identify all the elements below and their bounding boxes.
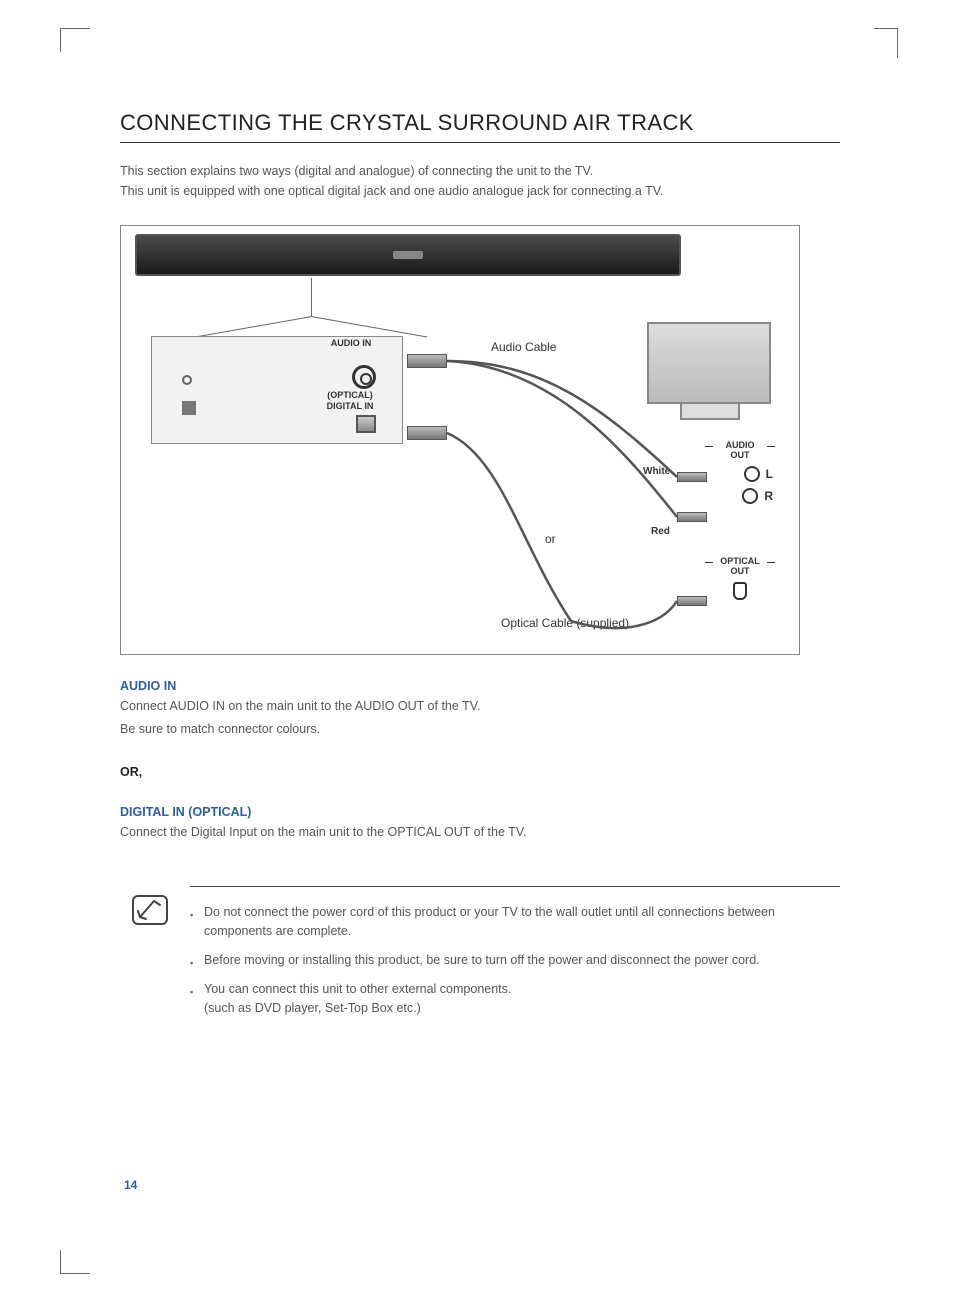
callout-line bbox=[311, 316, 427, 337]
note-icon bbox=[132, 895, 168, 925]
note-item: Before moving or installing this product… bbox=[190, 951, 840, 970]
optical-label-line1: (OPTICAL) bbox=[327, 390, 373, 400]
rca-plug-white bbox=[677, 472, 707, 482]
white-label: White bbox=[643, 466, 670, 477]
or-label: or bbox=[545, 532, 556, 546]
panel-port bbox=[182, 375, 192, 385]
audio-in-label: AUDIO IN bbox=[321, 338, 381, 348]
crop-mark bbox=[60, 1250, 90, 1274]
crop-mark bbox=[874, 28, 898, 58]
intro-text-1: This section explains two ways (digital … bbox=[120, 161, 840, 181]
audio-in-heading: AUDIO IN bbox=[120, 679, 840, 693]
tv-base bbox=[680, 404, 740, 420]
crop-mark bbox=[60, 28, 90, 52]
digital-in-body: Connect the Digital Input on the main un… bbox=[120, 823, 840, 842]
note-item: Do not connect the power cord of this pr… bbox=[190, 903, 840, 941]
optical-in-label: (OPTICAL) DIGITAL IN bbox=[313, 390, 387, 412]
optical-out-title: OPTICAL OUT bbox=[707, 556, 773, 576]
optical-plug-left bbox=[407, 426, 447, 440]
optical-plug-right bbox=[677, 596, 707, 606]
tv-screen bbox=[647, 322, 771, 404]
optical-in-jack bbox=[356, 415, 376, 433]
optical-cable-label: Optical Cable (supplied) bbox=[501, 616, 629, 630]
note-block: Do not connect the power cord of this pr… bbox=[190, 886, 840, 1018]
optical-label-line2: DIGITAL IN bbox=[327, 401, 374, 411]
tv-illustration bbox=[647, 322, 773, 432]
audio-in-jack bbox=[352, 365, 376, 389]
connection-diagram: AUDIO IN (OPTICAL) DIGITAL IN Audio Cabl… bbox=[120, 225, 800, 655]
audio-in-body-1: Connect AUDIO IN on the main unit to the… bbox=[120, 697, 840, 716]
note-list: Do not connect the power cord of this pr… bbox=[190, 903, 840, 1018]
note-item: You can connect this unit to other exter… bbox=[190, 980, 840, 1018]
optical-out-panel: OPTICAL OUT bbox=[707, 556, 773, 600]
audio-out-word: AUDIO bbox=[726, 440, 755, 450]
rca-jack bbox=[742, 488, 758, 504]
page-content: CONNECTING THE CRYSTAL SURROUND AIR TRAC… bbox=[120, 110, 840, 1028]
page-number: 14 bbox=[124, 1178, 137, 1192]
out-word: OUT bbox=[731, 566, 750, 576]
audio-plug-left bbox=[407, 354, 447, 368]
page-title: CONNECTING THE CRYSTAL SURROUND AIR TRAC… bbox=[120, 110, 840, 143]
audio-out-title: AUDIO OUT bbox=[707, 440, 773, 460]
panel-port bbox=[182, 401, 196, 415]
soundbar-illustration bbox=[135, 234, 681, 276]
audio-in-body-2: Be sure to match connector colours. bbox=[120, 720, 840, 739]
jack-l-row: L bbox=[707, 466, 773, 482]
optical-word: OPTICAL bbox=[720, 556, 760, 566]
out-word: OUT bbox=[731, 450, 750, 460]
or-heading: OR, bbox=[120, 765, 840, 779]
r-label: R bbox=[764, 489, 773, 503]
digital-in-heading: DIGITAL IN (OPTICAL) bbox=[120, 805, 840, 819]
rca-plug-red bbox=[677, 512, 707, 522]
audio-cable-label: Audio Cable bbox=[491, 340, 556, 354]
red-label: Red bbox=[651, 526, 670, 537]
callout-line bbox=[311, 278, 312, 316]
l-label: L bbox=[766, 467, 773, 481]
intro-text-2: This unit is equipped with one optical d… bbox=[120, 181, 840, 201]
optical-port bbox=[733, 582, 747, 600]
crop-mark bbox=[874, 1244, 898, 1274]
audio-out-panel: AUDIO OUT L R bbox=[707, 440, 773, 510]
jack-r-row: R bbox=[707, 488, 773, 504]
rca-jack bbox=[744, 466, 760, 482]
